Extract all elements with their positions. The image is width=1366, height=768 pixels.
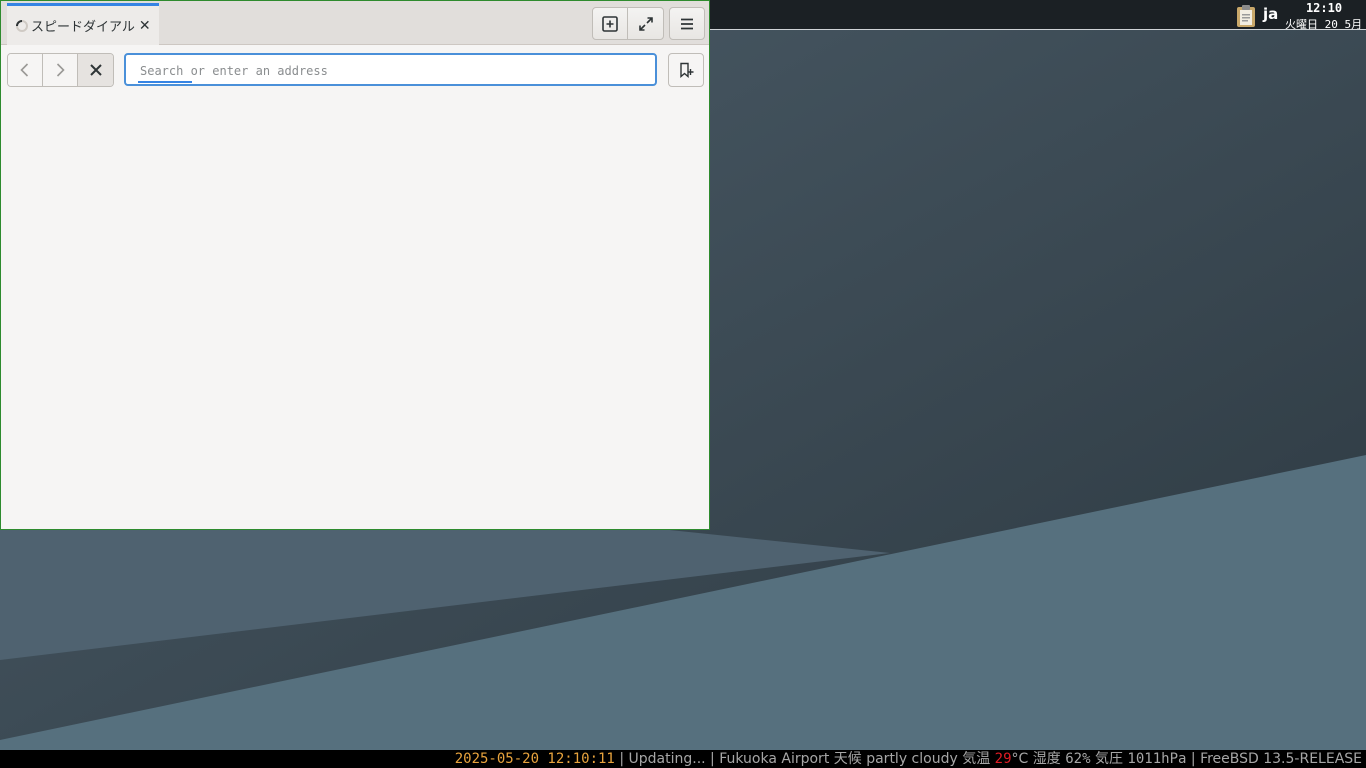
tab-close-icon[interactable]: ✕	[139, 18, 151, 34]
status-weather-label: 天候	[833, 751, 862, 767]
status-pressure-label: 気圧	[1094, 751, 1123, 767]
hamburger-menu-icon	[681, 18, 693, 29]
bookmark-add-icon	[680, 62, 694, 78]
address-bar	[124, 53, 657, 86]
clock-time[interactable]: 12:10	[1302, 1, 1346, 15]
fullscreen-button[interactable]	[628, 8, 663, 39]
chevron-left-icon	[20, 63, 29, 77]
clock-date: 火曜日 20 5月	[1285, 18, 1363, 29]
clipboard-icon[interactable]	[1234, 4, 1258, 28]
tab-speed-dial[interactable]: スピードダイアル ✕	[7, 3, 159, 45]
back-button[interactable]	[8, 54, 43, 86]
status-datetime: 2025-05-20 12:10:11	[454, 751, 615, 767]
nav-buttons-group	[7, 53, 114, 87]
status-temp-unit: °C	[1011, 751, 1029, 767]
status-separator: |	[1186, 751, 1201, 767]
menu-button[interactable]	[670, 8, 704, 39]
new-tab-icon	[602, 15, 618, 32]
close-icon	[89, 64, 102, 76]
status-humidity-value: 62%	[1065, 751, 1091, 767]
new-tab-button[interactable]	[593, 8, 628, 39]
status-separator: |	[705, 751, 720, 767]
page-load-progress	[138, 81, 192, 83]
tab-actions-group	[592, 7, 664, 40]
url-input[interactable]	[138, 55, 647, 86]
chevron-right-icon	[56, 63, 65, 77]
page-content[interactable]	[1, 91, 709, 529]
stop-loading-button[interactable]	[78, 54, 113, 86]
status-location: Fukuoka Airport	[719, 751, 830, 767]
status-temp-value: 29	[994, 751, 1012, 767]
status-temp-label: 気温	[962, 751, 991, 767]
status-bar: 2025-05-20 12:10:11 | Updating... | Fuku…	[0, 750, 1366, 768]
loading-spinner-icon	[16, 19, 28, 32]
status-weather: partly cloudy	[866, 751, 958, 767]
tab-title: スピードダイアル	[31, 20, 135, 35]
browser-headerbar: スピードダイアル ✕	[1, 1, 709, 45]
status-separator: |	[614, 751, 629, 767]
status-pressure-value: 1011hPa	[1127, 751, 1187, 767]
input-language-indicator[interactable]: ja	[1263, 5, 1278, 23]
status-updating: Updating...	[628, 751, 706, 767]
add-bookmark-button[interactable]	[668, 53, 704, 87]
status-humidity-label: 湿度	[1032, 751, 1061, 767]
navigation-bar	[1, 45, 709, 91]
forward-button[interactable]	[43, 54, 78, 86]
menu-group	[669, 7, 705, 40]
fullscreen-icon	[638, 16, 653, 31]
status-os: FreeBSD 13.5-RELEASE	[1200, 751, 1362, 767]
browser-window: スピードダイアル ✕	[0, 0, 710, 530]
